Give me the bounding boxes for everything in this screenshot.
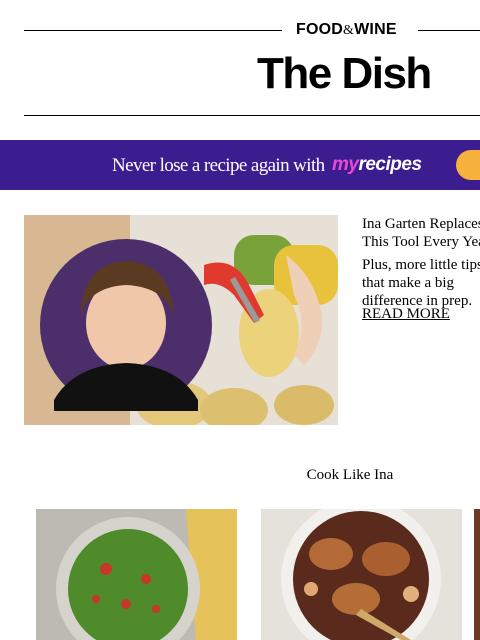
- chicken-stew-image: [261, 509, 462, 640]
- myrecipes-logo-recipes: recipes: [358, 154, 422, 175]
- hero-image[interactable]: [24, 215, 338, 425]
- food-and-wine-logo[interactable]: FOOD&WINE: [296, 21, 397, 39]
- recipe-card-third[interactable]: [474, 509, 480, 640]
- banner-cta-button[interactable]: [456, 150, 480, 180]
- newsletter-title: The Dish: [257, 49, 432, 98]
- recipe-card-guacamole[interactable]: [36, 509, 237, 640]
- myrecipes-logo-my: my: [332, 154, 359, 175]
- article-subtitle: Plus, more little tips that make a big d…: [362, 257, 480, 309]
- article-title[interactable]: Ina Garten Replaces This Tool Every Year: [362, 215, 480, 251]
- brand-amp: &: [343, 23, 355, 38]
- brand-food: FOOD: [296, 21, 344, 38]
- brand-wine: WINE: [354, 21, 397, 38]
- hero-illustration: [24, 215, 338, 425]
- third-recipe-image: [474, 509, 480, 640]
- guacamole-image: [36, 509, 237, 640]
- recipe-card-chicken[interactable]: [261, 509, 462, 640]
- read-more-link[interactable]: READ MORE: [362, 306, 450, 323]
- section-title: Cook Like Ina: [306, 467, 394, 483]
- header-rule-left: [24, 30, 282, 31]
- myrecipes-logo[interactable]: myrecipes: [332, 154, 422, 176]
- header-rule-right: [418, 30, 480, 31]
- header-rule-bottom: [24, 115, 480, 116]
- banner-text: Never lose a recipe again with: [112, 155, 325, 176]
